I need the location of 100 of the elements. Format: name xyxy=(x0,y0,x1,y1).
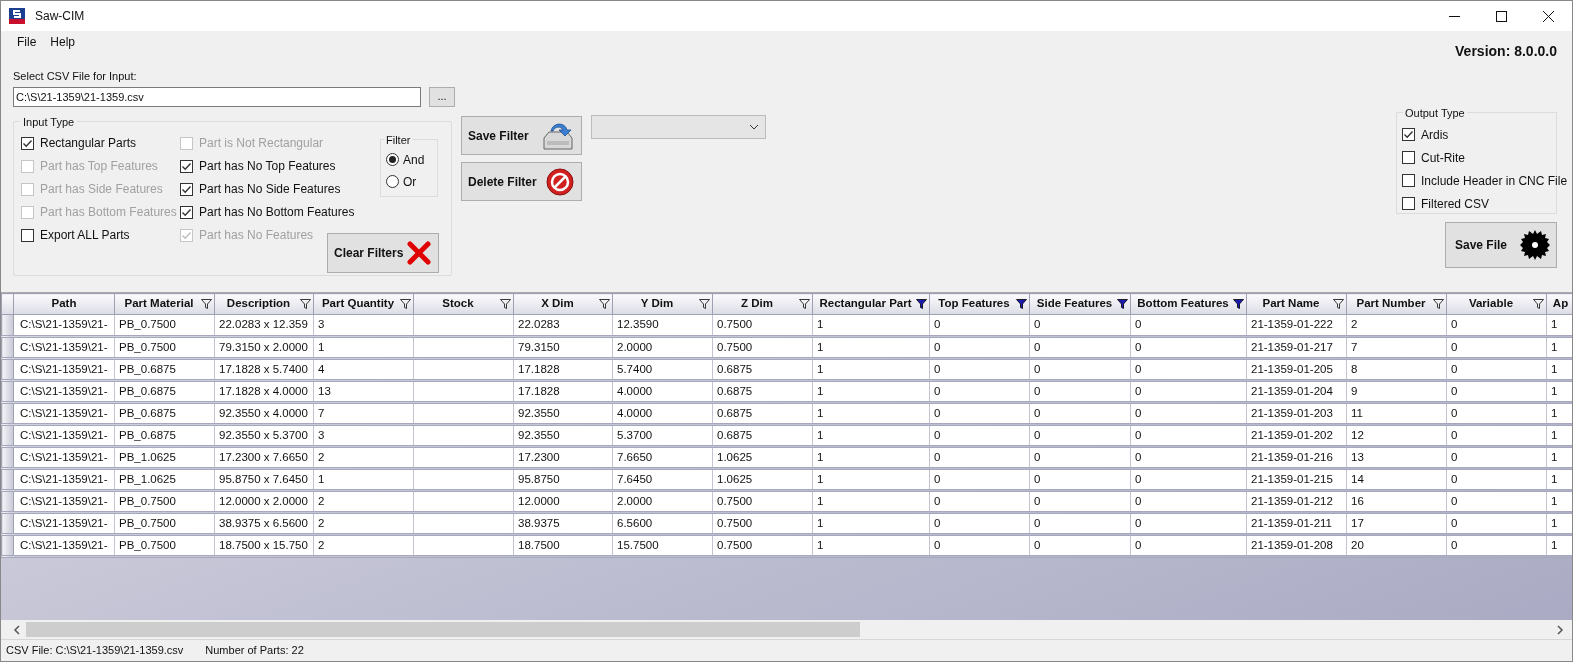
table-cell: PB_0.6875 xyxy=(114,380,215,403)
table-cell: 0.7500 xyxy=(712,534,813,557)
table-cell: 0 xyxy=(1446,446,1547,469)
column-header[interactable]: Part Quantity xyxy=(313,293,414,315)
filter-icon[interactable] xyxy=(1433,299,1444,309)
checkbox[interactable] xyxy=(180,205,193,219)
close-icon[interactable] xyxy=(1543,10,1554,22)
table-cell: 2 xyxy=(313,512,414,535)
table-cell: 0 xyxy=(1130,446,1247,469)
scroll-left-icon[interactable] xyxy=(13,624,21,635)
app-logo-icon xyxy=(9,8,25,24)
checkbox[interactable] xyxy=(1402,151,1415,164)
table-cell: 0 xyxy=(1130,490,1247,513)
filter-icon[interactable] xyxy=(1333,299,1344,309)
table-cell: 21-1359-01-202 xyxy=(1246,424,1347,447)
checkbox-label: Part has Bottom Features xyxy=(40,204,177,221)
column-header[interactable]: Y Dim xyxy=(612,293,713,315)
browse-button[interactable]: ... xyxy=(429,86,455,107)
check-icon xyxy=(181,160,192,172)
table-cell: 2.0000 xyxy=(612,490,713,513)
table-cell: 1 xyxy=(1546,336,1572,359)
filter-icon[interactable] xyxy=(201,299,212,309)
table-cell: 1 xyxy=(812,512,930,535)
filter-icon[interactable] xyxy=(300,299,311,309)
table-cell: 0 xyxy=(929,402,1030,425)
column-header[interactable]: Z Dim xyxy=(712,293,813,315)
checkbox[interactable] xyxy=(180,159,193,173)
save-filter-button[interactable]: Save Filter xyxy=(461,116,582,155)
column-header[interactable]: Bottom Features xyxy=(1130,293,1247,315)
filter-icon[interactable] xyxy=(1016,299,1027,309)
clear-filters-button[interactable]: Clear Filters xyxy=(327,232,439,273)
table-cell: 0 xyxy=(929,512,1030,535)
table-cell: 16 xyxy=(1346,490,1447,513)
table-cell: 17.1828 x 5.7400 xyxy=(214,358,314,381)
table-cell: 92.3550 xyxy=(513,424,613,447)
filter-icon[interactable] xyxy=(1117,299,1128,309)
table-cell: 0 xyxy=(1029,358,1131,381)
table-cell: 0 xyxy=(1446,512,1547,535)
checkbox[interactable] xyxy=(1402,174,1415,187)
maximize-icon[interactable] xyxy=(1496,10,1507,22)
table-cell: 0.7500 xyxy=(712,336,813,359)
radio-button[interactable] xyxy=(386,153,399,166)
scrollbar-thumb[interactable] xyxy=(26,622,860,637)
table-cell: 13 xyxy=(313,380,414,403)
column-header[interactable]: Part Name xyxy=(1246,293,1347,315)
table-cell: 21-1359-01-204 xyxy=(1246,380,1347,403)
filter-icon[interactable] xyxy=(1233,299,1244,309)
table-cell: 1 xyxy=(313,468,414,491)
menu-item[interactable]: Help xyxy=(50,33,76,51)
checkbox[interactable] xyxy=(21,228,34,242)
check-icon xyxy=(22,137,33,149)
table-cell: 9 xyxy=(1346,380,1447,403)
checkbox-label: Part has No Features xyxy=(199,227,314,244)
table-cell: 1 xyxy=(1546,534,1572,557)
table-cell: PB_0.7500 xyxy=(114,490,215,513)
filter-icon[interactable] xyxy=(400,299,411,309)
table-cell: 2 xyxy=(313,490,414,513)
table-cell: PB_0.7500 xyxy=(114,512,215,535)
column-header[interactable]: Rectangular Part xyxy=(812,293,930,315)
save-file-button[interactable]: Save File xyxy=(1445,222,1557,268)
checkbox[interactable] xyxy=(180,182,193,196)
column-header[interactable]: Path xyxy=(13,293,115,315)
menu-item[interactable]: File xyxy=(17,33,37,51)
table-cell: 21-1359-01-215 xyxy=(1246,468,1347,491)
table-cell: 1 xyxy=(1546,490,1572,513)
filter-icon[interactable] xyxy=(599,299,610,309)
filter-icon[interactable] xyxy=(699,299,710,309)
checkbox-label: Part has No Bottom Features xyxy=(199,204,355,221)
filter-icon[interactable] xyxy=(500,299,511,309)
table-cell: 21-1359-01-212 xyxy=(1246,490,1347,513)
column-header[interactable]: X Dim xyxy=(513,293,613,315)
checkbox-label: Export ALL Parts xyxy=(40,227,130,244)
table-cell: 1 xyxy=(1546,358,1572,381)
file-path-field[interactable]: C:\S\21-1359\21-1359.csv xyxy=(13,86,421,107)
table-cell: 1 xyxy=(812,380,930,403)
column-header[interactable]: Stock xyxy=(413,293,514,315)
table-cell: 1 xyxy=(812,490,930,513)
checkbox[interactable] xyxy=(21,136,34,150)
column-header[interactable]: Part Material xyxy=(114,293,215,315)
column-header[interactable]: Side Features xyxy=(1029,293,1131,315)
column-header[interactable]: Part Number xyxy=(1346,293,1447,315)
table-cell: 95.8750 x 7.6450 xyxy=(214,468,314,491)
table-cell: 0 xyxy=(1029,490,1131,513)
checkbox[interactable] xyxy=(1402,197,1415,210)
table-cell: 0 xyxy=(929,446,1030,469)
filter-icon[interactable] xyxy=(916,299,927,309)
filter-icon[interactable] xyxy=(799,299,810,309)
checkbox[interactable] xyxy=(1402,128,1415,141)
table-cell: 1.0625 xyxy=(712,446,813,469)
check-icon xyxy=(181,183,192,195)
column-header[interactable]: Description xyxy=(214,293,314,315)
column-header[interactable]: Variable xyxy=(1446,293,1547,315)
table-cell: 5.3700 xyxy=(612,424,713,447)
column-header[interactable]: Top Features xyxy=(929,293,1030,315)
delete-filter-button[interactable]: Delete Filter xyxy=(461,162,582,201)
radio-button[interactable] xyxy=(386,175,399,188)
filter-icon[interactable] xyxy=(1533,299,1544,309)
column-header[interactable]: Ap xyxy=(1546,293,1572,315)
table-cell: 0 xyxy=(1130,336,1247,359)
scroll-right-icon[interactable] xyxy=(1556,624,1564,635)
